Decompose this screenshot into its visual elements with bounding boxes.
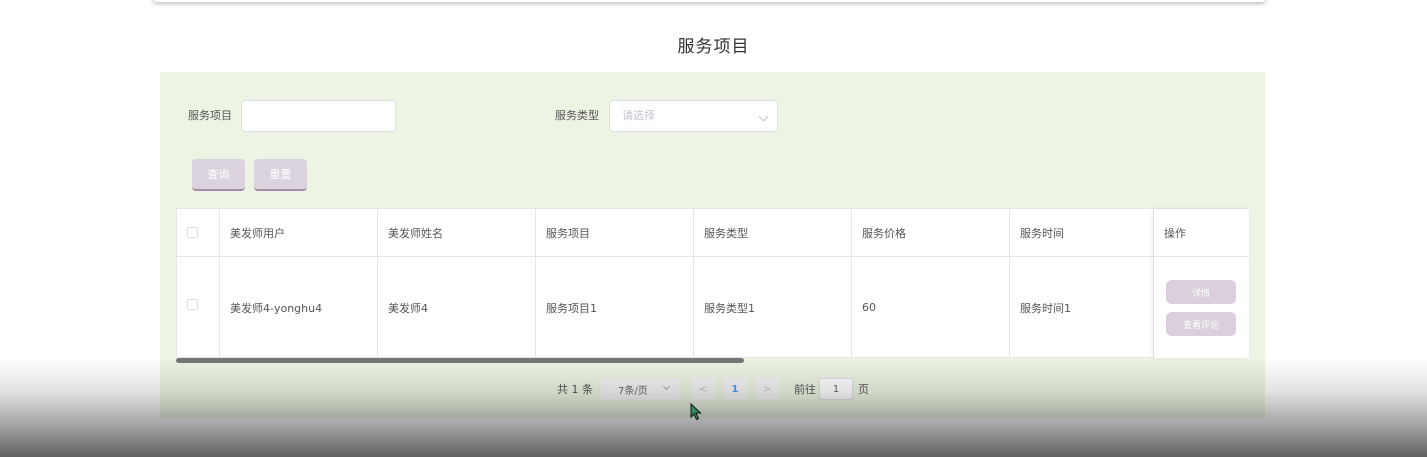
header-stylist-name: 美发师姓名 [378, 209, 536, 257]
goto-label: 前往 [794, 383, 816, 396]
page-size-select[interactable]: 7条/页 [601, 378, 679, 400]
row-checkbox[interactable] [187, 299, 198, 310]
page-suffix-label: 页 [858, 383, 869, 396]
header-service-item: 服务项目 [536, 209, 694, 257]
next-page-button[interactable]: > [755, 378, 779, 400]
view-reviews-button[interactable]: 查看评论 [1166, 312, 1236, 336]
service-type-label: 服务类型 [555, 109, 599, 122]
header-service-type: 服务类型 [694, 209, 852, 257]
action-column: 操作 详情 查看评论 [1154, 209, 1249, 358]
page-size-value: 7条/页 [618, 385, 648, 397]
detail-button[interactable]: 详情 [1166, 280, 1236, 304]
header-service-price: 服务价格 [852, 209, 1010, 257]
service-item-label: 服务项目 [188, 109, 232, 122]
chevron-down-icon [758, 111, 769, 122]
header-stylist-user: 美发师用户 [220, 209, 378, 257]
service-table: 美发师用户 美发师姓名 服务项目 服务类型 服务价格 服务时间 美发师4-yon… [176, 208, 1249, 358]
service-type-select[interactable]: 请选择 [609, 100, 778, 132]
table-cell: 美发师4-yonghu4 [220, 257, 378, 358]
chevron-down-icon [662, 382, 671, 391]
header-select-all-cell [177, 209, 220, 257]
service-item-input[interactable] [241, 100, 396, 132]
table-cell: 美发师4 [378, 257, 536, 358]
mouse-cursor-icon [690, 403, 702, 421]
header-service-time: 服务时间 [1010, 209, 1154, 257]
page-title: 服务项目 [677, 37, 750, 57]
query-button[interactable]: 查询 [192, 159, 245, 191]
table-cell: 服务时间1 [1010, 257, 1154, 358]
header-actions: 操作 [1154, 209, 1249, 257]
table-cell: 服务项目1 [536, 257, 694, 358]
select-all-checkbox[interactable] [187, 227, 198, 238]
prev-page-button[interactable]: < [691, 378, 715, 400]
service-type-placeholder: 请选择 [622, 109, 655, 122]
top-card-edge [153, 0, 1266, 2]
horizontal-scrollbar[interactable] [176, 358, 744, 363]
table-cell: 60 [852, 257, 1010, 358]
reset-button[interactable]: 重置 [254, 159, 307, 191]
pagination-total: 共 1 条 [557, 383, 593, 396]
table-cell: 服务类型1 [694, 257, 852, 358]
goto-page-input[interactable]: 1 [819, 378, 853, 400]
row-select-cell [177, 257, 220, 358]
page-number-current[interactable]: 1 [723, 378, 747, 400]
